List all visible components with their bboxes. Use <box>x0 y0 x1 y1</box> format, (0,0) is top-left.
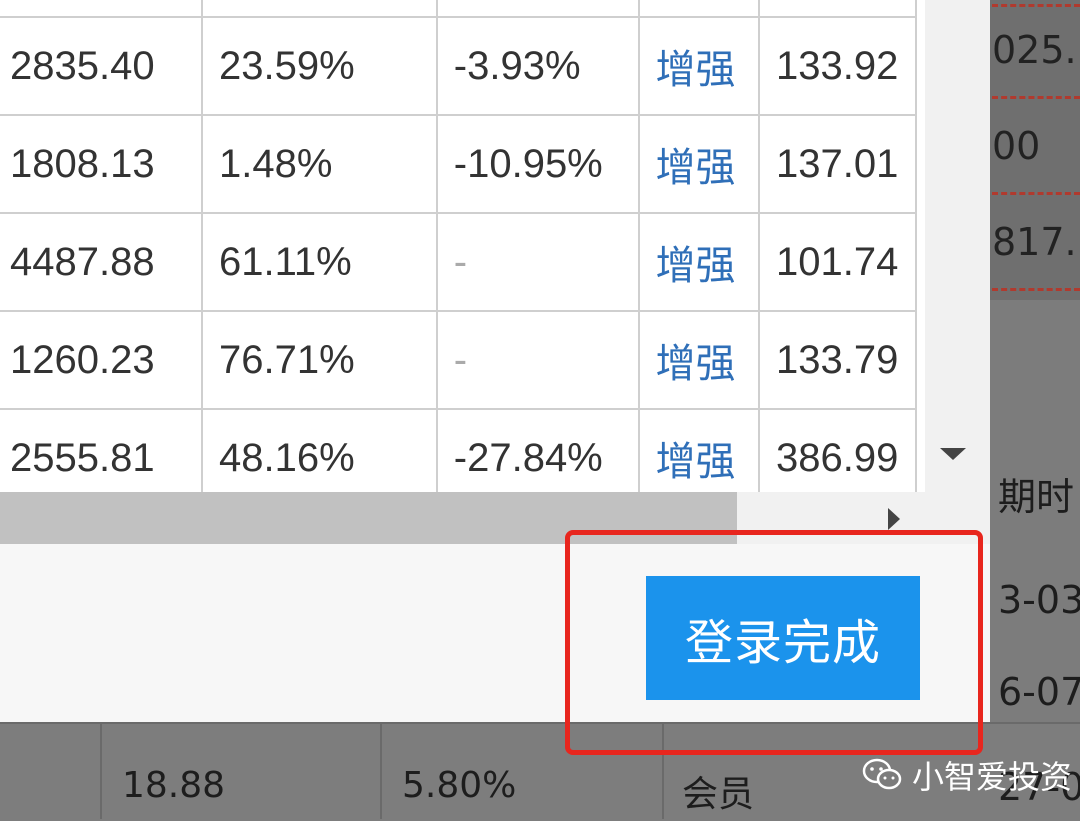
background-cell: 00 <box>992 124 1041 168</box>
table-row: 1808.13 1.48% -10.95% 增强 137.01 <box>0 114 917 214</box>
table-row: 1260.23 76.71% - 增强 133.79 <box>0 310 917 410</box>
background-dashed-border <box>992 288 1080 291</box>
table-cell: 101.74 <box>758 212 917 312</box>
table-cell: 76.71% <box>201 310 438 410</box>
wechat-icon <box>862 758 902 792</box>
table-cell: 137.01 <box>758 114 917 214</box>
table-cell: - <box>435 310 640 410</box>
table-cell: 1.48% <box>201 114 438 214</box>
table-cell: -27.84% <box>435 408 640 492</box>
table-cell: -3.93% <box>435 16 640 116</box>
enhanced-link[interactable]: 增强 <box>637 408 761 492</box>
scroll-right-arrow-icon[interactable] <box>888 508 900 530</box>
table-cell: 2835.40 <box>0 16 203 116</box>
background-date-cell: 3-03- <box>998 578 1080 622</box>
background-cell: 5.80% <box>402 765 517 806</box>
table-cell: 133.92 <box>758 16 917 116</box>
background-dashed-border <box>992 4 1080 7</box>
table-cell: 4487.88 <box>0 212 203 312</box>
table-cell: 133.79 <box>758 310 917 410</box>
background-cell: 会员 <box>682 774 755 815</box>
table-cell: - <box>435 212 640 312</box>
background-cell: 817. <box>992 220 1077 264</box>
table-cell: -10.95% <box>435 114 640 214</box>
table-cell: 1808.13 <box>0 114 203 214</box>
watermark-text: 小智爱投资 <box>912 758 1073 796</box>
table-cell: 2555.81 <box>0 408 203 492</box>
table-cell: 48.16% <box>201 408 438 492</box>
table-cell: 61.11% <box>201 212 438 312</box>
background-column-header: 期时 <box>998 475 1075 519</box>
fund-table: 2835.40 23.59% -3.93% 增强 133.92 1808.13 … <box>0 0 917 492</box>
background-divider <box>100 722 102 819</box>
table-row: 2555.81 48.16% -27.84% 增强 386.99 <box>0 408 917 492</box>
enhanced-link[interactable]: 增强 <box>637 114 761 214</box>
background-cell: 025. <box>992 28 1077 72</box>
background-dashed-border <box>992 192 1080 195</box>
fund-table-viewport: 2835.40 23.59% -3.93% 增强 133.92 1808.13 … <box>0 0 925 492</box>
enhanced-link[interactable]: 增强 <box>637 16 761 116</box>
scroll-down-arrow-icon[interactable] <box>940 448 966 460</box>
table-row: 4487.88 61.11% - 增强 101.74 <box>0 212 917 312</box>
background-cell: 18.88 <box>122 765 226 806</box>
vertical-scrollbar[interactable] <box>925 0 990 492</box>
watermark: 小智爱投资 <box>862 752 1072 798</box>
enhanced-link[interactable]: 增强 <box>637 310 761 410</box>
table-row <box>0 0 917 18</box>
table-cell: 386.99 <box>758 408 917 492</box>
background-divider <box>380 722 382 819</box>
table-row: 2835.40 23.59% -3.93% 增强 133.92 <box>0 16 917 116</box>
background-dashed-border <box>992 96 1080 99</box>
highlight-box <box>565 530 983 755</box>
enhanced-link[interactable]: 增强 <box>637 212 761 312</box>
table-cell: 23.59% <box>201 16 438 116</box>
table-cell: 1260.23 <box>0 310 203 410</box>
background-date-cell: 6-07- <box>998 670 1080 714</box>
